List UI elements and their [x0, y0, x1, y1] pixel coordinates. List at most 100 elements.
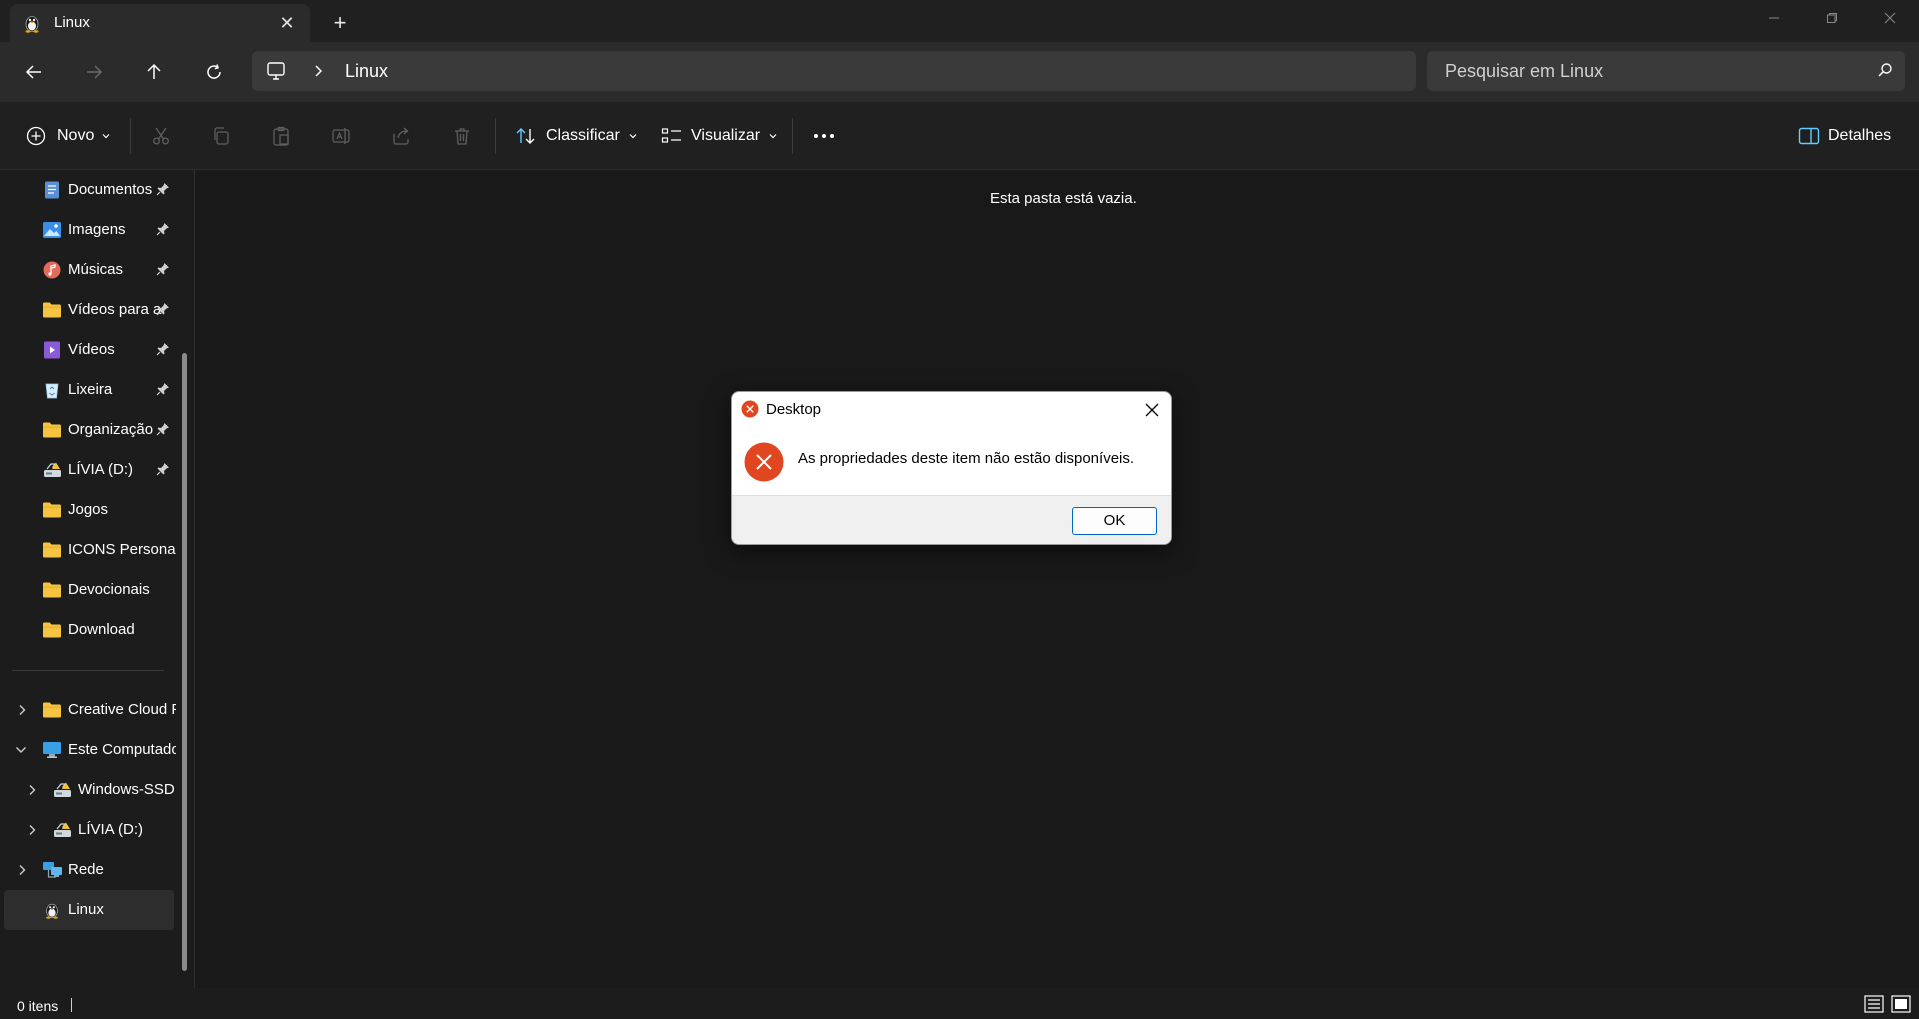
sidebar-item-label: Devocionais [68, 581, 150, 598]
sidebar-tree-item-windows-ssd[interactable]: Windows-SSD [4, 770, 175, 810]
dialog-message: As propriedades deste item não estão dis… [798, 450, 1135, 467]
sidebar-tree-item-creative-cloud-f[interactable]: Creative Cloud F [4, 690, 176, 730]
chevron-down-icon [629, 134, 637, 139]
cut-icon[interactable] [149, 124, 173, 148]
new-tab-button[interactable]: + [326, 10, 354, 36]
pin-icon[interactable] [156, 342, 170, 361]
pin-icon[interactable] [156, 302, 170, 321]
ok-button[interactable]: OK [1072, 507, 1157, 535]
sidebar-scrollbar[interactable] [182, 183, 187, 971]
new-button[interactable]: Novo [26, 120, 111, 152]
chevron-right-icon[interactable] [16, 702, 28, 723]
pin-icon[interactable] [156, 222, 170, 241]
chevron-down-icon[interactable] [14, 742, 28, 763]
rename-icon[interactable] [329, 124, 353, 148]
copy-icon[interactable] [209, 124, 233, 148]
sidebar-item-livia-d[interactable]: LÍVIA (D:) [4, 450, 174, 490]
sidebar-tree-item-este-computador[interactable]: Este Computador [4, 730, 176, 770]
scrollbar-thumb[interactable] [182, 353, 187, 971]
separator [792, 118, 793, 154]
status-separator [71, 998, 72, 1012]
view-button[interactable]: Visualizar [661, 120, 778, 152]
chevron-right-icon[interactable] [312, 63, 324, 84]
linux-penguin-icon [42, 901, 62, 919]
sidebar-item-label: Jogos [68, 501, 109, 518]
folder-icon [42, 541, 62, 559]
folder-icon [42, 501, 62, 519]
sidebar-item-label: LÍVIA (D:) [78, 821, 144, 838]
item-count: 0 itens [17, 998, 59, 1014]
sidebar-item-devocionais[interactable]: Devocionais [4, 570, 174, 610]
pin-icon[interactable] [156, 382, 170, 401]
file-list-area[interactable]: Esta pasta está vazia. [196, 170, 1919, 988]
error-dialog: Desktop As propriedades deste item não e… [731, 391, 1172, 545]
music-icon [42, 261, 62, 279]
address-location[interactable]: Linux [345, 61, 388, 82]
close-window-button[interactable] [1861, 0, 1919, 36]
sidebar-item-videos-para-a[interactable]: Vídeos para a [4, 290, 174, 330]
videos-icon [42, 341, 62, 359]
more-options-icon[interactable] [812, 124, 836, 148]
sidebar-tree-item-linux[interactable]: Linux [4, 890, 174, 930]
sidebar-item-icons-personas[interactable]: ICONS Personas [4, 530, 176, 570]
pin-icon[interactable] [156, 182, 170, 201]
refresh-button[interactable] [197, 55, 231, 89]
dialog-title: Desktop [766, 401, 822, 418]
chevron-down-icon [769, 134, 777, 139]
documents-icon [42, 181, 62, 199]
sidebar-tree-item-livia-d[interactable]: LÍVIA (D:) [4, 810, 174, 850]
chevron-down-icon [102, 134, 110, 139]
forward-button[interactable] [77, 55, 111, 89]
monitor-icon [266, 61, 286, 86]
sort-button[interactable]: Classificar [515, 120, 638, 152]
chevron-right-icon[interactable] [26, 782, 38, 803]
sidebar-item-label: Este Computador [68, 741, 176, 758]
sidebar-item-documentos[interactable]: Documentos [4, 170, 174, 210]
sidebar-item-videos[interactable]: Vídeos [4, 330, 174, 370]
delete-icon[interactable] [450, 124, 474, 148]
sidebar-item-organizacao[interactable]: Organização [4, 410, 174, 450]
search-box[interactable]: Pesquisar em Linux [1427, 51, 1905, 91]
status-bar: 0 itens [0, 990, 1919, 1019]
address-bar[interactable]: Linux [252, 51, 1416, 91]
sidebar-item-label: Creative Cloud F [68, 701, 176, 718]
sidebar-item-label: Download [68, 621, 135, 638]
share-icon[interactable] [389, 124, 413, 148]
sidebar-item-label: Rede [68, 861, 104, 878]
pictures-icon [42, 221, 62, 239]
linux-penguin-icon [22, 13, 42, 33]
sidebar-item-musicas[interactable]: Músicas [4, 250, 174, 290]
back-button[interactable] [17, 55, 51, 89]
sidebar-item-label: ICONS Personas [68, 541, 176, 558]
new-label: Novo [57, 127, 95, 144]
restore-button[interactable] [1803, 0, 1861, 36]
drive-icon [52, 821, 72, 839]
sidebar-item-download[interactable]: Download [4, 610, 174, 650]
close-tab-icon[interactable]: ✕ [276, 12, 298, 34]
sidebar-tree-item-rede[interactable]: Rede [4, 850, 174, 890]
sidebar-item-label: Windows-SSD [78, 781, 175, 798]
pin-icon[interactable] [156, 262, 170, 281]
pin-icon[interactable] [156, 462, 170, 481]
error-large-icon [744, 442, 784, 487]
search-input[interactable]: Pesquisar em Linux [1445, 61, 1603, 82]
minimize-button[interactable] [1745, 0, 1803, 36]
sidebar-item-lixeira[interactable]: Lixeira [4, 370, 174, 410]
pin-icon[interactable] [156, 422, 170, 441]
details-view-icon[interactable] [1864, 995, 1884, 1013]
dialog-close-icon[interactable] [1140, 398, 1164, 422]
navigation-bar: Linux Pesquisar em Linux [0, 42, 1919, 102]
error-icon [741, 400, 759, 423]
view-label: Visualizar [691, 127, 761, 144]
view-list-icon [661, 128, 681, 143]
chevron-right-icon[interactable] [26, 822, 38, 843]
sidebar-item-jogos[interactable]: Jogos [4, 490, 174, 530]
large-icons-view-icon[interactable] [1891, 995, 1911, 1013]
paste-icon[interactable] [269, 124, 293, 148]
details-button[interactable]: Detalhes [1798, 120, 1891, 152]
sidebar-item-imagens[interactable]: Imagens [4, 210, 174, 250]
tab-linux[interactable]: Linux ✕ [10, 4, 310, 42]
up-button[interactable] [137, 55, 171, 89]
chevron-right-icon[interactable] [16, 862, 28, 883]
sidebar-item-label: Linux [68, 901, 104, 918]
